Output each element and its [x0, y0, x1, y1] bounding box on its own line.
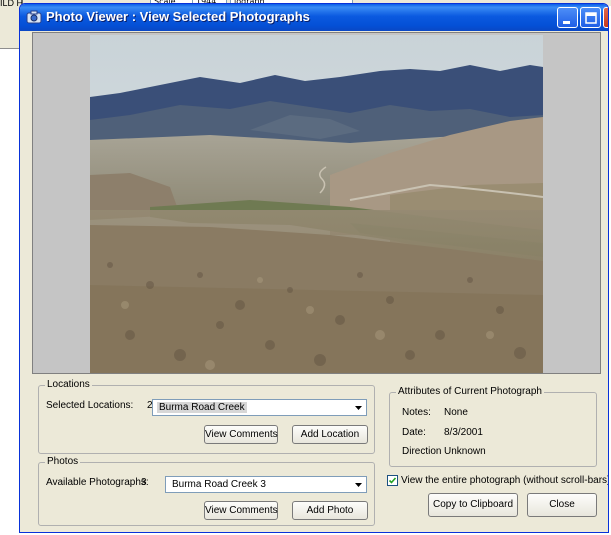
direction-value: Unknown — [444, 446, 486, 457]
location-select[interactable]: Burma Road Creek — [152, 399, 367, 416]
maximize-icon — [585, 12, 597, 24]
landscape-photograph — [90, 35, 543, 373]
location-select-value: Burma Road Creek — [157, 402, 247, 413]
checkmark-icon — [388, 477, 397, 484]
date-value: 8/3/2001 — [444, 427, 483, 438]
title-bar[interactable]: Photo Viewer : View Selected Photographs — [20, 4, 608, 31]
add-photo-button[interactable]: Add Photo — [292, 501, 368, 520]
photo-viewer-window: Photo Viewer : View Selected Photographs — [19, 3, 609, 533]
available-photographs-label: Available Photographs: — [46, 477, 149, 488]
camera-icon — [26, 10, 42, 24]
photo-select[interactable]: Burma Road Creek 3 — [165, 476, 367, 493]
direction-label: Direction — [402, 446, 442, 457]
window-title: Photo Viewer : View Selected Photographs — [46, 9, 310, 24]
photo-view-comments-button[interactable]: View Comments — [204, 501, 278, 520]
close-icon — [604, 8, 609, 29]
copy-to-clipboard-button[interactable]: Copy to Clipboard — [428, 493, 518, 517]
close-window-button[interactable] — [603, 7, 609, 29]
date-label: Date: — [402, 427, 426, 438]
minimize-button[interactable] — [557, 7, 578, 28]
photo-display-panel[interactable] — [32, 32, 601, 374]
photo-select-value: Burma Road Creek 3 — [172, 479, 266, 490]
chevron-down-icon[interactable] — [352, 401, 365, 414]
view-entire-checkbox[interactable] — [387, 475, 398, 486]
add-location-button[interactable]: Add Location — [292, 425, 368, 444]
available-photographs-count: 3 — [141, 477, 147, 488]
chevron-down-icon[interactable] — [352, 478, 365, 491]
minimize-icon — [563, 21, 570, 24]
photos-legend: Photos — [45, 456, 81, 467]
notes-value: None — [444, 407, 468, 418]
view-entire-label[interactable]: View the entire photograph (without scro… — [401, 475, 608, 486]
location-view-comments-button[interactable]: View Comments — [204, 425, 278, 444]
close-button[interactable]: Close — [527, 493, 597, 517]
notes-label: Notes: — [402, 407, 431, 418]
selected-locations-label: Selected Locations: — [46, 400, 134, 411]
locations-legend: Locations — [45, 379, 92, 390]
maximize-button[interactable] — [580, 7, 601, 28]
attributes-legend: Attributes of Current Photograph — [396, 386, 544, 397]
